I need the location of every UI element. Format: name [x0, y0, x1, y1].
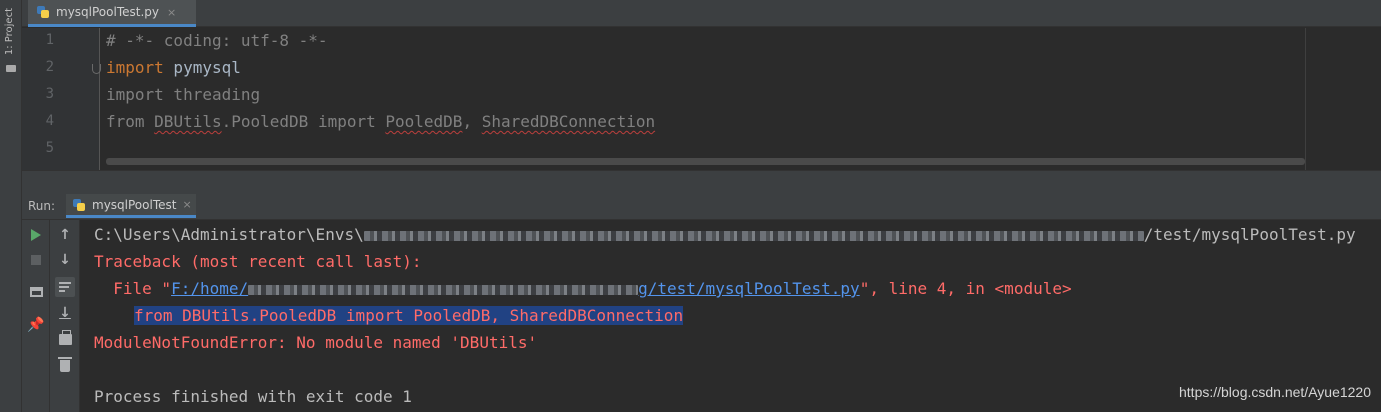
editor-tab-mysqlpooltest[interactable]: mysqlPoolTest.py × [28, 0, 196, 27]
module-name: pymysql [163, 58, 241, 77]
file-prefix: File " [94, 279, 172, 298]
arrow-up-icon[interactable]: ↑ [56, 226, 74, 244]
process-exit-line: Process finished with exit code 1 [94, 387, 412, 406]
close-icon[interactable]: × [182, 198, 191, 211]
command-path-prefix: C:\Users\Administrator\Envs\ [94, 225, 364, 244]
traceback-header: Traceback (most recent call last): [94, 252, 422, 271]
unresolved-reference: SharedDBConnection [481, 112, 656, 131]
code-line-3: import threading [106, 85, 261, 104]
redacted-path [363, 230, 1144, 241]
watermark: https://blog.csdn.net/Ayue1220 [1179, 384, 1371, 400]
pin-icon[interactable]: 📌 [27, 316, 45, 334]
line-number-gutter: 1 2 3 4 5 [22, 28, 101, 170]
run-tool-header: Run: mysqlPoolTest × [22, 192, 1381, 220]
file-suffix: ", line 4, in <module> [859, 279, 1072, 298]
layout-icon[interactable] [27, 283, 45, 301]
editor-tab-label: mysqlPoolTest.py [56, 5, 159, 19]
close-icon[interactable]: × [167, 6, 176, 19]
line-number: 5 [45, 140, 54, 156]
code-line-4: from DBUtils.PooledDB import PooledDB, S… [106, 112, 655, 131]
arrow-down-icon[interactable]: ↓ [56, 251, 74, 269]
command-path-suffix: /test/mysqlPoolTest.py [1143, 225, 1356, 244]
project-tool-strip[interactable]: 1: Project [0, 0, 22, 412]
code-token: , [462, 112, 482, 131]
run-toolbar-primary: 📌 [22, 220, 50, 412]
line-number: 3 [45, 86, 54, 102]
print-icon[interactable] [56, 329, 74, 348]
python-run-icon [72, 198, 86, 212]
folder-icon [6, 65, 16, 72]
code-line-1: # -*- coding: utf-8 -*- [106, 31, 328, 50]
error-message: ModuleNotFoundError: No module named 'DB… [94, 333, 538, 352]
trash-icon[interactable] [56, 356, 74, 374]
run-tab-label: mysqlPoolTest [92, 197, 177, 212]
traceback-file-line: File "F:/home/g/test/mysqlPoolTest.py", … [94, 279, 1072, 298]
right-margin-guide [1305, 28, 1306, 170]
code-token: .PooledDB import [221, 112, 386, 131]
traceback-code-line: from DBUtils.PooledDB import PooledDB, S… [134, 306, 684, 325]
line-number: 4 [45, 113, 54, 129]
console-command-line: C:\Users\Administrator\Envs\ /test/mysqlP… [94, 225, 1356, 244]
horizontal-scrollbar[interactable] [106, 158, 1305, 165]
run-console[interactable]: C:\Users\Administrator\Envs\ /test/mysqlP… [80, 220, 1381, 412]
line-number: 1 [45, 32, 54, 48]
run-title: Run: [28, 199, 56, 213]
scroll-to-end-icon[interactable]: ↓ [56, 304, 74, 322]
code-token: from [106, 112, 155, 131]
line-number: 2 [45, 59, 54, 75]
source-file-link[interactable]: F:/home/g/test/mysqlPoolTest.py [171, 279, 860, 298]
fold-marker-icon[interactable] [92, 64, 101, 74]
keyword-import: import [106, 58, 164, 77]
unresolved-reference: DBUtils [154, 112, 222, 131]
code-editor[interactable]: 1 2 3 4 5 # -*- coding: utf-8 -*- import… [22, 28, 1381, 170]
run-tab-mysqlpooltest[interactable]: mysqlPoolTest × [66, 194, 196, 218]
run-toolbar-secondary: ↑ ↓ ↓ [50, 220, 80, 412]
python-file-icon [36, 5, 50, 19]
editor-run-splitter[interactable] [22, 170, 1381, 192]
code-line-2: import pymysql [106, 58, 241, 77]
run-icon[interactable] [27, 226, 45, 244]
editor-tab-bar: mysqlPoolTest.py × [22, 0, 1381, 27]
unresolved-reference: PooledDB [385, 112, 463, 131]
soft-wrap-icon[interactable] [55, 277, 75, 297]
stop-icon[interactable] [27, 251, 45, 269]
project-tool-label[interactable]: 1: Project [4, 8, 15, 55]
